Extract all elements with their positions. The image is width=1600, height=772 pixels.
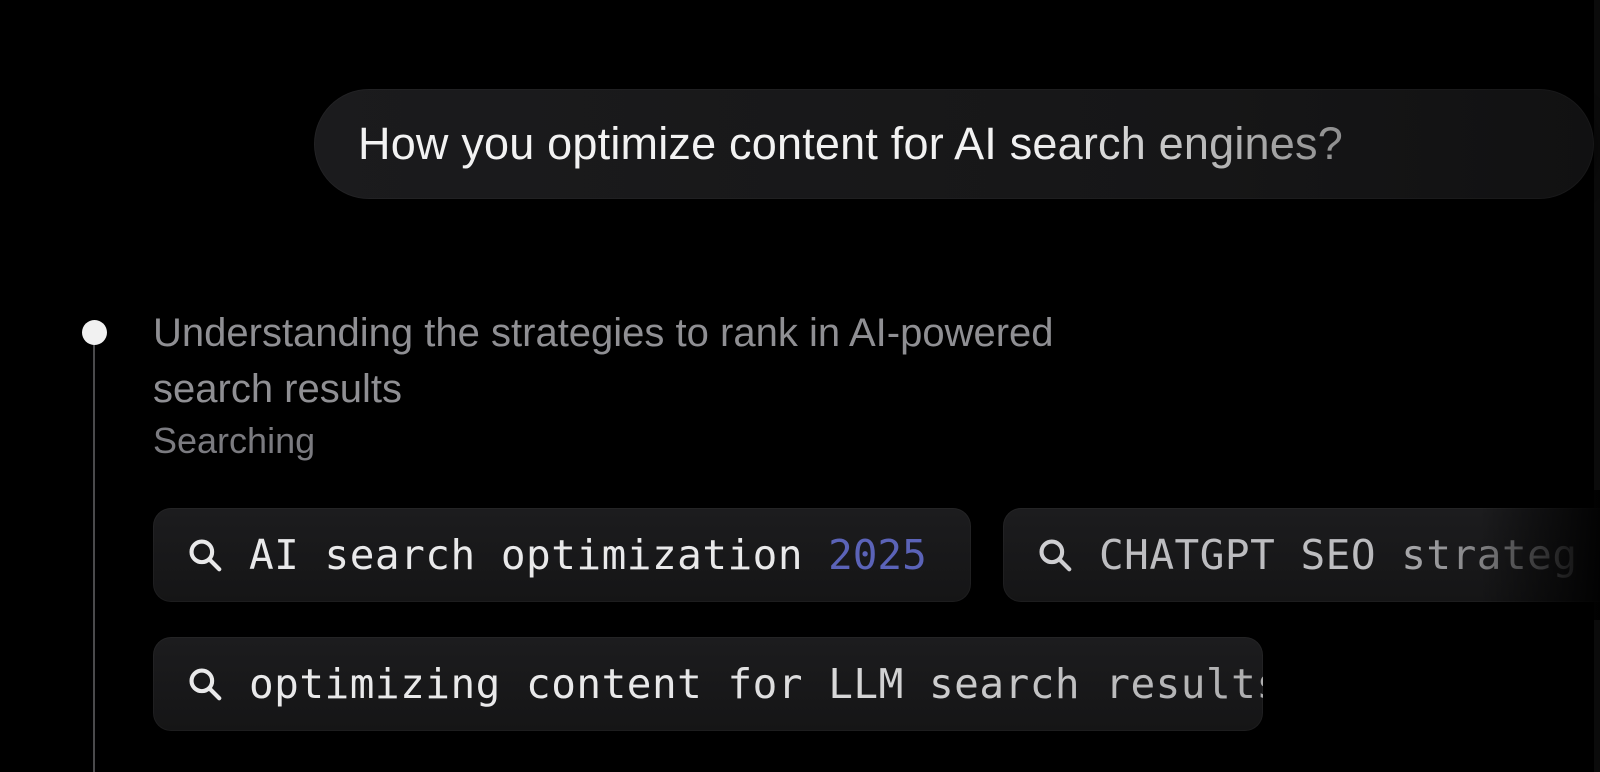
user-message-text: How you optimize content for AI search e… xyxy=(358,118,1343,169)
search-query-text: optimizing content for LLM search result… xyxy=(249,660,1263,708)
step-title: Understanding the strategies to rank in … xyxy=(153,311,1054,411)
step-status: Searching xyxy=(153,420,316,461)
user-message-bubble: How you optimize content for AI search e… xyxy=(314,89,1594,199)
window-edge xyxy=(1594,0,1600,772)
timeline-dot xyxy=(82,320,107,345)
search-query-chip[interactable]: CHATGPT SEO strateg xyxy=(1003,508,1600,602)
search-icon xyxy=(189,668,222,701)
timeline-line xyxy=(93,334,95,772)
search-query-chip[interactable]: AI search optimization 2025 xyxy=(153,508,971,602)
search-icon xyxy=(189,539,222,572)
search-icon xyxy=(1039,539,1072,572)
search-query-text: AI search optimization xyxy=(249,531,804,579)
chat-view: How you optimize content for AI search e… xyxy=(0,0,1600,772)
search-query-chip[interactable]: optimizing content for LLM search result… xyxy=(153,637,1263,731)
search-query-year: 2025 xyxy=(828,531,927,579)
search-query-text: CHATGPT SEO strateg xyxy=(1099,531,1578,579)
